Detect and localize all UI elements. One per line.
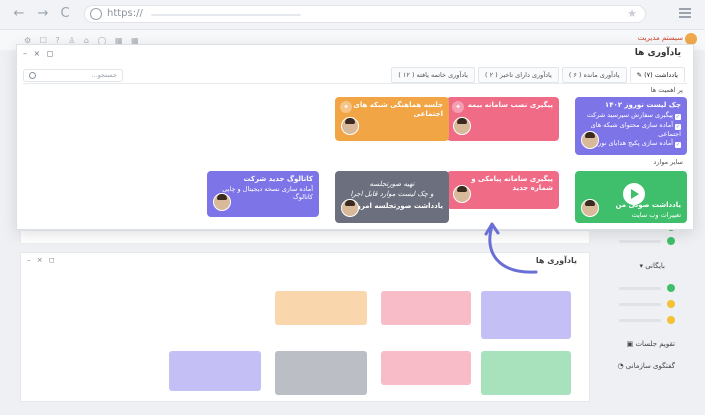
note-card-voice[interactable]: یادداشت صوتی من تغییرات وب سایت xyxy=(575,171,687,223)
sidebar-row[interactable] xyxy=(615,237,675,245)
browser-toolbar: ← → C https:// ★ xyxy=(0,0,705,30)
card-title: پیگیری نصب سامانه بیمه xyxy=(467,101,553,109)
forward-icon[interactable]: → xyxy=(36,7,50,21)
avatar xyxy=(581,131,599,149)
reminders-window: – × ◻ یادآوری ها یادداشت (۷) ✎ یادآوری م… xyxy=(16,44,694,230)
checkbox-icon: ✓ xyxy=(675,142,681,148)
url-placeholder-line xyxy=(151,14,301,16)
avatar xyxy=(213,193,231,211)
status-dot xyxy=(667,300,675,308)
tab-completed[interactable]: یادآوری خاتمه یافته ( ۱۲ ) xyxy=(391,67,475,83)
note-card-checklist[interactable]: چک لیست نوروز ۱۴۰۲ ✓پیگیری سفارش سیرسید … xyxy=(575,97,687,155)
search-placeholder: جستجو... xyxy=(91,71,117,79)
avatar xyxy=(341,199,359,217)
play-icon[interactable] xyxy=(623,183,645,205)
note-card-meeting[interactable]: جلسه هماهنگی شبکه های اجتماعی ✦ xyxy=(335,97,449,141)
note-card-insurance[interactable]: پیگیری نصب سامانه بیمه ✦ xyxy=(447,97,559,141)
star-icon[interactable]: ★ xyxy=(627,7,637,20)
checklist-item[interactable]: ✓پیگیری سفارش سیرسید شرکت xyxy=(581,111,681,120)
card-title: کاتالوگ جدید شرکت xyxy=(243,175,314,183)
brand-text: سیستم مدیریت xyxy=(637,34,683,42)
search-icon xyxy=(29,72,36,79)
sidebar-row[interactable] xyxy=(615,316,675,324)
ghost-window-controls: – × ◻ xyxy=(27,256,57,264)
ghost-card xyxy=(275,291,367,325)
avatar xyxy=(581,199,599,217)
sidebar-row[interactable] xyxy=(615,284,675,292)
tab-bar: یادداشت (۷) ✎ یادآوری مانده ( ۶ ) یادآور… xyxy=(391,67,685,83)
status-dot xyxy=(667,237,675,245)
section-other-label: سایر موارد xyxy=(653,158,683,166)
handwritten-line: تهیه صورتجلسه xyxy=(369,180,415,188)
note-card-sms[interactable]: پیگیری سامانه پیامکی و شماره جدید xyxy=(447,171,559,209)
ghost-card xyxy=(169,351,261,391)
search-input[interactable]: جستجو... xyxy=(23,69,123,82)
url-text: https:// xyxy=(107,8,143,19)
sidebar-row[interactable] xyxy=(615,300,675,308)
address-bar[interactable]: https:// ★ xyxy=(84,5,646,23)
ghost-card xyxy=(481,291,571,339)
back-icon[interactable]: ← xyxy=(12,7,26,21)
note-card-minutes[interactable]: تهیه صورتجلسه و چک لیست موارد قابل اجرا … xyxy=(335,171,449,223)
divider xyxy=(23,83,687,84)
sidebar-chat-label[interactable]: گفتگوی سازمانی ◔ xyxy=(617,362,675,370)
ghost-card xyxy=(275,351,367,395)
sidebar-calendar-label[interactable]: تقویم جلسات ▣ xyxy=(627,340,675,348)
ghost-card xyxy=(381,351,471,385)
tab-notes[interactable]: یادداشت (۷) ✎ xyxy=(629,67,685,83)
window-controls[interactable]: – × ◻ xyxy=(23,49,55,58)
tab-delayed[interactable]: یادآوری دارای تاخیر ( ۲ ) xyxy=(477,67,559,83)
section-priority-label: پر اهمیت ها xyxy=(650,86,683,94)
checkbox-icon: ✓ xyxy=(675,114,681,120)
pin-icon[interactable]: ✦ xyxy=(452,101,464,113)
handwritten-line: و چک لیست موارد قابل اجرا xyxy=(350,190,434,198)
ghost-card xyxy=(381,291,471,325)
avatar xyxy=(453,117,471,135)
status-dot xyxy=(667,284,675,292)
window-title: یادآوری ها xyxy=(634,48,681,58)
pin-icon[interactable]: ✦ xyxy=(340,101,352,113)
curved-arrow-icon xyxy=(484,222,538,274)
status-dot xyxy=(667,316,675,324)
ghost-card xyxy=(481,351,571,395)
avatar xyxy=(341,117,359,135)
browser-window: ← → C https:// ★ ⚙ ☐ ? ♙ ⌂ ◯ ▦ ▦ سیستم م… xyxy=(0,0,705,415)
card-title: چک لیست نوروز ۱۴۰۲ xyxy=(604,101,681,109)
tab-remaining[interactable]: یادآوری مانده ( ۶ ) xyxy=(561,67,627,83)
globe-icon xyxy=(90,8,102,20)
note-card-catalog[interactable]: کاتالوگ جدید شرکت آماده سازی نسخه دیجیتا… xyxy=(207,171,319,217)
hamburger-menu-icon[interactable] xyxy=(679,8,691,18)
reload-icon[interactable]: C xyxy=(58,7,72,21)
avatar xyxy=(453,185,471,203)
sidebar-archive-label[interactable]: بایگانی ▾ xyxy=(639,262,665,270)
card-title: جلسه هماهنگی شبکه های اجتماعی xyxy=(353,101,443,118)
